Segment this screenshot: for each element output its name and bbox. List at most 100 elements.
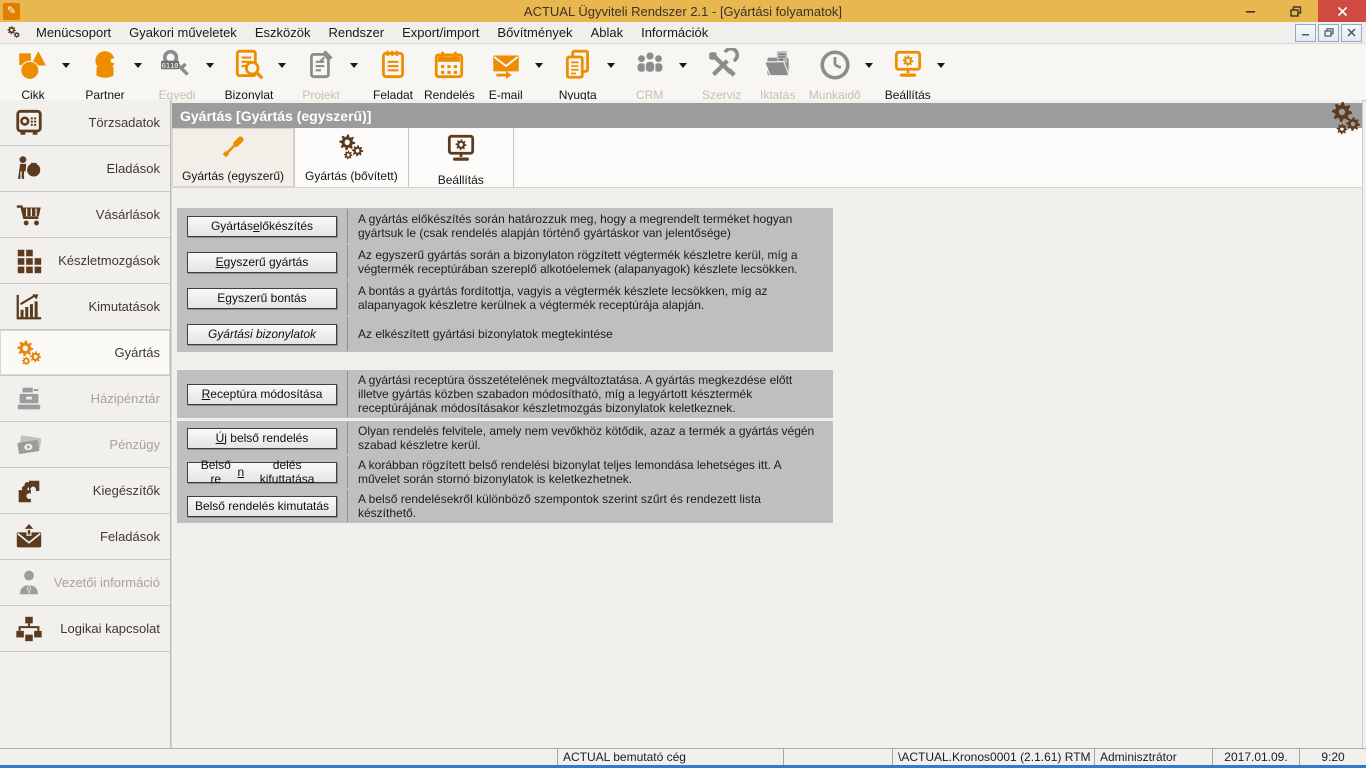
status-database: \ACTUAL.Kronos0001 (2.1.61) RTM — [893, 749, 1095, 765]
sidebar-item-kieg-sz-t-k[interactable]: Kiegészítők — [0, 468, 170, 514]
button-column: Gyártás előkészítés — [177, 209, 348, 243]
sidebar-item-felad-sok[interactable]: Feladások — [0, 514, 170, 560]
gy-rt-s-el-k-sz-t-s-button[interactable]: Gyártás előkészítés — [187, 216, 337, 237]
button-column: Receptúra módosítása — [177, 371, 348, 417]
sidebar-item-h-zip-nzt-r: Házipénztár — [0, 376, 170, 422]
menu-inform-ci-k[interactable]: Információk — [632, 25, 717, 40]
tab-be-ll-t-s[interactable]: Beállítás — [409, 128, 514, 187]
egyszer-gy-rt-s-button[interactable]: Egyszerű gyártás — [187, 252, 337, 273]
toolbar-bizonylat[interactable]: Bizonylat — [224, 44, 290, 102]
status-empty-cell — [0, 749, 558, 765]
tools-icon — [705, 48, 739, 87]
sidebar-item-label: Feladások — [100, 529, 160, 544]
monitor-gear-icon — [891, 48, 925, 87]
bels-rendel-s-kifuttat-sa-button[interactable]: Belső rendelés kifuttatása — [187, 462, 337, 483]
j-bels-rendel-s-button[interactable]: Új belső rendelés — [187, 428, 337, 449]
toolbar-partner[interactable]: Partner — [80, 44, 146, 102]
dropdown-arrow-icon[interactable] — [531, 48, 547, 82]
manager-icon — [14, 568, 44, 598]
cash-register-icon — [14, 384, 44, 414]
toolbar-nyugta[interactable]: Nyugta — [553, 44, 619, 102]
action-description: A belső rendelésekről különböző szempont… — [348, 490, 833, 522]
sidebar-item-kimutat-sok[interactable]: Kimutatások — [0, 284, 170, 330]
sidebar-item-label: Gyártás — [114, 345, 160, 360]
mdi-restore-button[interactable] — [1318, 24, 1339, 42]
toolbar-e-mail[interactable]: E-mail — [481, 44, 547, 102]
action-description: Az egyszerű gyártás során a bizonylaton … — [348, 246, 833, 278]
main-area: Gyártás [Gyártás (egyszerű)] Gyártás (eg… — [171, 100, 1363, 749]
dropdown-arrow-icon[interactable] — [603, 48, 619, 82]
toolbar-cikk[interactable]: Cikk — [8, 44, 74, 102]
gy-rt-si-bizonylatok-button[interactable]: Gyártási bizonylatok — [187, 324, 337, 345]
action-row: Gyártási bizonylatokAz elkészített gyárt… — [177, 316, 833, 352]
toolbar-be-ll-t-s[interactable]: Beállítás — [883, 44, 949, 102]
egyszer-bont-s-button[interactable]: Egyszerű bontás — [187, 288, 337, 309]
app-icon: ✎ — [3, 3, 20, 20]
mdi-close-button[interactable] — [1341, 24, 1362, 42]
sidebar-item-label: Kiegészítők — [93, 483, 160, 498]
toolbar-szerviz: Szerviz — [697, 44, 747, 102]
menu-export-import[interactable]: Export/import — [393, 25, 488, 40]
tab-gy-rt-s-egyszer[interactable]: Gyártás (egyszerű) — [172, 128, 295, 187]
menu-gyakori-m-veletek[interactable]: Gyakori műveletek — [120, 25, 246, 40]
dropdown-arrow-icon[interactable] — [274, 48, 290, 82]
recept-ra-m-dos-t-sa-button[interactable]: Receptúra módosítása — [187, 384, 337, 405]
sidebar-item-label: Készletmozgások — [58, 253, 160, 268]
menu-b-v-tm-nyek[interactable]: Bővítmények — [488, 25, 581, 40]
toolbar-rendel-s[interactable]: Rendelés — [424, 44, 475, 102]
menu-eszk-z-k[interactable]: Eszközök — [246, 25, 320, 40]
sidebar-item-label: Logikai kapcsolat — [60, 621, 160, 636]
sidebar-item-t-rzsadatok[interactable]: Törzsadatok — [0, 100, 170, 146]
action-description: A bontás a gyártás fordítottja, vagyis a… — [348, 282, 833, 314]
action-group: Új belső rendelésOlyan rendelés felvitel… — [177, 421, 833, 523]
status-date: 2017.01.09. — [1213, 749, 1300, 765]
toolbar-crm: CRM — [625, 44, 691, 102]
action-row: Egyszerű bontás A bontás a gyártás fordít… — [177, 280, 833, 316]
minimize-button[interactable] — [1228, 0, 1273, 22]
button-column: Új belső rendelés — [177, 422, 348, 454]
status-user: Adminisztrátor — [1095, 749, 1213, 765]
folder-icon — [761, 48, 795, 87]
tab-gy-rt-s-b-v-tett[interactable]: Gyártás (bővített) — [295, 128, 409, 187]
orgchart-icon — [14, 614, 44, 644]
tabstrip: Gyártás (egyszerű) Gyártás (bővített) Beál… — [172, 128, 1362, 188]
action-description: A korábban rögzített belső rendelési biz… — [348, 456, 833, 488]
window-title: ACTUAL Ügyviteli Rendszer 2.1 - [Gyártás… — [0, 4, 1366, 19]
sidebar-item-label: Vásárlások — [96, 207, 160, 222]
action-group: Gyártás előkészítésA gyártás előkészítés… — [177, 208, 833, 352]
svg-text:0110: 0110 — [162, 62, 179, 70]
action-row: Belső rendelés kifuttatása A korábban rög… — [177, 455, 833, 489]
document-pin-icon — [304, 48, 338, 87]
tab-label: Beállítás — [438, 173, 484, 187]
dropdown-arrow-icon — [202, 48, 218, 82]
menu-men-csoport[interactable]: Menücsoport — [27, 25, 120, 40]
sidebar-item-v-s-rl-sok[interactable]: Vásárlások — [0, 192, 170, 238]
notepad-icon — [376, 48, 410, 87]
key-icon: 0110 — [160, 48, 194, 87]
tab-label: Gyártás (egyszerű) — [182, 169, 284, 183]
minimize-icon — [1301, 28, 1310, 37]
dropdown-arrow-icon — [675, 48, 691, 82]
sidebar-item-label: Házipénztár — [91, 391, 160, 406]
menu-ablak[interactable]: Ablak — [582, 25, 633, 40]
bels-rendel-s-kimutat-s-button[interactable]: Belső rendelés kimutatás — [187, 496, 337, 517]
envelope-icon — [489, 48, 523, 87]
close-button[interactable] — [1318, 0, 1366, 22]
dropdown-arrow-icon[interactable] — [130, 48, 146, 82]
person-icon — [88, 48, 122, 87]
sidebar-item-k-szletmozg-sok[interactable]: Készletmozgások — [0, 238, 170, 284]
sidebar-item-gy-rt-s[interactable]: Gyártás — [0, 330, 170, 376]
sidebar-item-logikai-kapcsolat[interactable]: Logikai kapcsolat — [0, 606, 170, 652]
calendar-icon — [432, 48, 466, 87]
envelope-up-icon — [14, 522, 44, 552]
dropdown-arrow-icon[interactable] — [933, 48, 949, 82]
content: Gyártás előkészítésA gyártás előkészítés… — [172, 188, 1362, 523]
dropdown-arrow-icon[interactable] — [58, 48, 74, 82]
titlebar: ✎ ACTUAL Ügyviteli Rendszer 2.1 - [Gyárt… — [0, 0, 1366, 22]
mdi-minimize-button[interactable] — [1295, 24, 1316, 42]
menu-rendszer[interactable]: Rendszer — [319, 25, 393, 40]
sidebar-item-label: Kimutatások — [88, 299, 160, 314]
sidebar-item-elad-sok[interactable]: Eladások — [0, 146, 170, 192]
restore-button[interactable] — [1273, 0, 1318, 22]
toolbar-feladat[interactable]: Feladat — [368, 44, 418, 102]
